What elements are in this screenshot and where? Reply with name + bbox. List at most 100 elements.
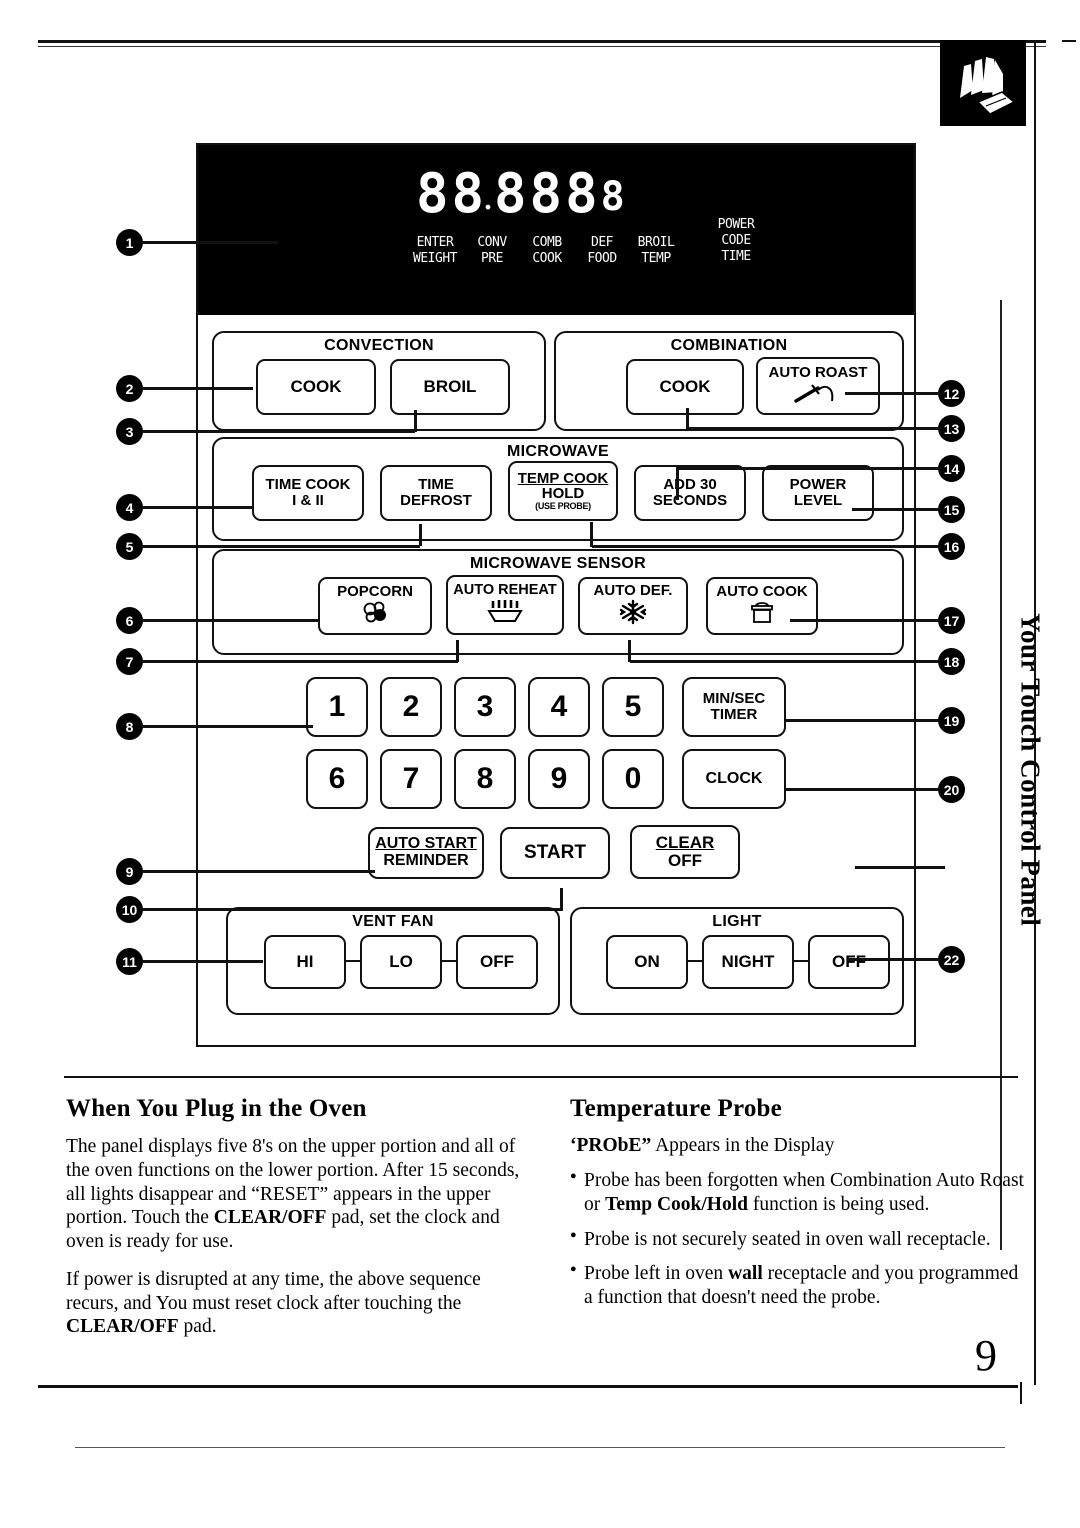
button-vent-fan-off[interactable]: OFF: [456, 935, 538, 989]
button-convection-broil[interactable]: BROIL: [390, 359, 510, 415]
button-combination-auto-roast[interactable]: AUTO ROAST: [756, 357, 880, 415]
leader-9: [143, 870, 375, 873]
side-tab: Your Touch Control Panel: [1000, 520, 1060, 1020]
button-popcorn[interactable]: POPCORN: [318, 577, 432, 635]
leader-5-vertical: [419, 524, 422, 546]
leader-18: [630, 660, 940, 663]
column-right: Temperature Probe ‘PRObE” Appears in the…: [570, 1095, 1025, 1321]
probe-bullet-2: Probe is not securely seated in oven wal…: [570, 1228, 1025, 1252]
leader-13-vertical: [686, 408, 689, 430]
key-7[interactable]: 7: [380, 749, 442, 809]
light-connector-1: [688, 960, 702, 962]
leader-5: [143, 545, 420, 548]
key-0[interactable]: 0: [602, 749, 664, 809]
right-top-tick: [1062, 40, 1076, 42]
probe-bullet-1: Probe has been forgotten when Combinatio…: [570, 1169, 1025, 1217]
callout-14: 14: [938, 455, 965, 482]
leader-6: [143, 619, 318, 622]
callout-5: 5: [116, 533, 143, 560]
callout-19: 19: [938, 707, 965, 734]
key-5[interactable]: 5: [602, 677, 664, 737]
group-microwave-title: MICROWAVE: [507, 443, 609, 460]
light-connector-2: [794, 960, 808, 962]
leader-1: [143, 241, 278, 244]
callout-3: 3: [116, 418, 143, 445]
button-convection-cook[interactable]: COOK: [256, 359, 376, 415]
bottom-right-tick: [1020, 1382, 1022, 1404]
button-clear-off[interactable]: CLEAR OFF: [630, 825, 740, 879]
display-window: 8 8 . 8 8 8 8 ENTER WEIGHT CONV PRE COMB: [198, 145, 914, 315]
heading-temperature-probe: Temperature Probe: [570, 1095, 782, 1122]
button-auto-cook[interactable]: AUTO COOK: [706, 577, 818, 635]
snowflake-icon: [618, 599, 648, 629]
group-light: LIGHT ON NIGHT OFF: [570, 907, 904, 1015]
group-microwave-sensor-title: MICROWAVE SENSOR: [469, 555, 647, 572]
callout-15: 15: [938, 496, 965, 523]
leader-16-vertical: [590, 522, 593, 547]
button-min-sec-timer[interactable]: MIN/SEC TIMER: [682, 677, 786, 737]
manual-page: Your Touch Control Panel 8 8 . 8 8 8 8 E…: [0, 0, 1080, 1528]
callout-10: 10: [116, 896, 143, 923]
leader-3: [143, 430, 415, 433]
footer-rule: [75, 1447, 1005, 1448]
group-light-title: LIGHT: [712, 913, 762, 930]
leader-7: [143, 660, 458, 663]
probe-bullet-3: Probe left in oven wall receptacle and y…: [570, 1262, 1025, 1310]
key-1[interactable]: 1: [306, 677, 368, 737]
leader-8: [143, 725, 313, 728]
button-auto-defrost[interactable]: AUTO DEF.: [578, 577, 688, 635]
callout-7: 7: [116, 648, 143, 675]
leader-7-vertical: [456, 640, 459, 662]
key-6[interactable]: 6: [306, 749, 368, 809]
group-vent-fan-title: VENT FAN: [352, 913, 434, 930]
popcorn-icon: [358, 600, 392, 628]
button-temp-cook-hold[interactable]: TEMP COOK HOLD (USE PROBE): [508, 461, 618, 521]
vent-fan-connector-1: [346, 960, 360, 962]
group-combination-title: COMBINATION: [670, 337, 788, 354]
callout-2: 2: [116, 375, 143, 402]
key-3[interactable]: 3: [454, 677, 516, 737]
button-add-30-seconds[interactable]: ADD 30 SECONDS: [634, 465, 746, 521]
button-vent-fan-lo[interactable]: LO: [360, 935, 442, 989]
callout-1: 1: [116, 229, 143, 256]
button-vent-fan-hi[interactable]: HI: [264, 935, 346, 989]
button-combination-cook[interactable]: COOK: [626, 359, 744, 415]
key-4[interactable]: 4: [528, 677, 590, 737]
top-rule-secondary: [38, 46, 1046, 47]
callout-8: 8: [116, 713, 143, 740]
leader-21: [855, 866, 945, 869]
key-9[interactable]: 9: [528, 749, 590, 809]
display-label-enter-weight: ENTER WEIGHT: [413, 235, 457, 266]
button-auto-reheat[interactable]: AUTO REHEAT: [446, 575, 564, 635]
display-label-conv-pre: CONV PRE: [477, 235, 507, 266]
callout-4: 4: [116, 494, 143, 521]
button-power-level[interactable]: POWER LEVEL: [762, 465, 874, 521]
seven-segment-digits: 8 8 . 8 8 8 8: [416, 162, 625, 225]
leader-12: [845, 392, 940, 395]
leader-10-vertical: [560, 888, 563, 910]
key-8[interactable]: 8: [454, 749, 516, 809]
leader-4: [143, 506, 253, 509]
side-tab-label: Your Touch Control Panel: [1015, 613, 1046, 927]
vent-fan-connector-2: [442, 960, 456, 962]
section-divider: [64, 1076, 1018, 1078]
button-clock[interactable]: CLOCK: [682, 749, 786, 809]
callout-12: 12: [938, 380, 965, 407]
button-light-on[interactable]: ON: [606, 935, 688, 989]
paragraph-plug-in-2: If power is disrupted at any time, the a…: [66, 1268, 481, 1338]
digit-6-power-code: 8: [600, 174, 625, 220]
button-time-cook[interactable]: TIME COOK I & II: [252, 465, 364, 521]
button-start[interactable]: START: [500, 827, 610, 879]
button-time-defrost[interactable]: TIME DEFROST: [380, 465, 492, 521]
button-light-night[interactable]: NIGHT: [702, 935, 794, 989]
digit-1: 8: [416, 162, 448, 225]
digit-4: 8: [529, 162, 562, 225]
leader-20: [785, 788, 940, 791]
key-2[interactable]: 2: [380, 677, 442, 737]
group-combination: COMBINATION COOK AUTO ROAST: [554, 331, 904, 431]
leader-14: [678, 467, 940, 470]
button-light-off[interactable]: OFF: [808, 935, 890, 989]
callout-16: 16: [938, 533, 965, 560]
button-auto-start-reminder[interactable]: AUTO START REMINDER: [368, 827, 484, 879]
callout-22: 22: [938, 946, 965, 973]
